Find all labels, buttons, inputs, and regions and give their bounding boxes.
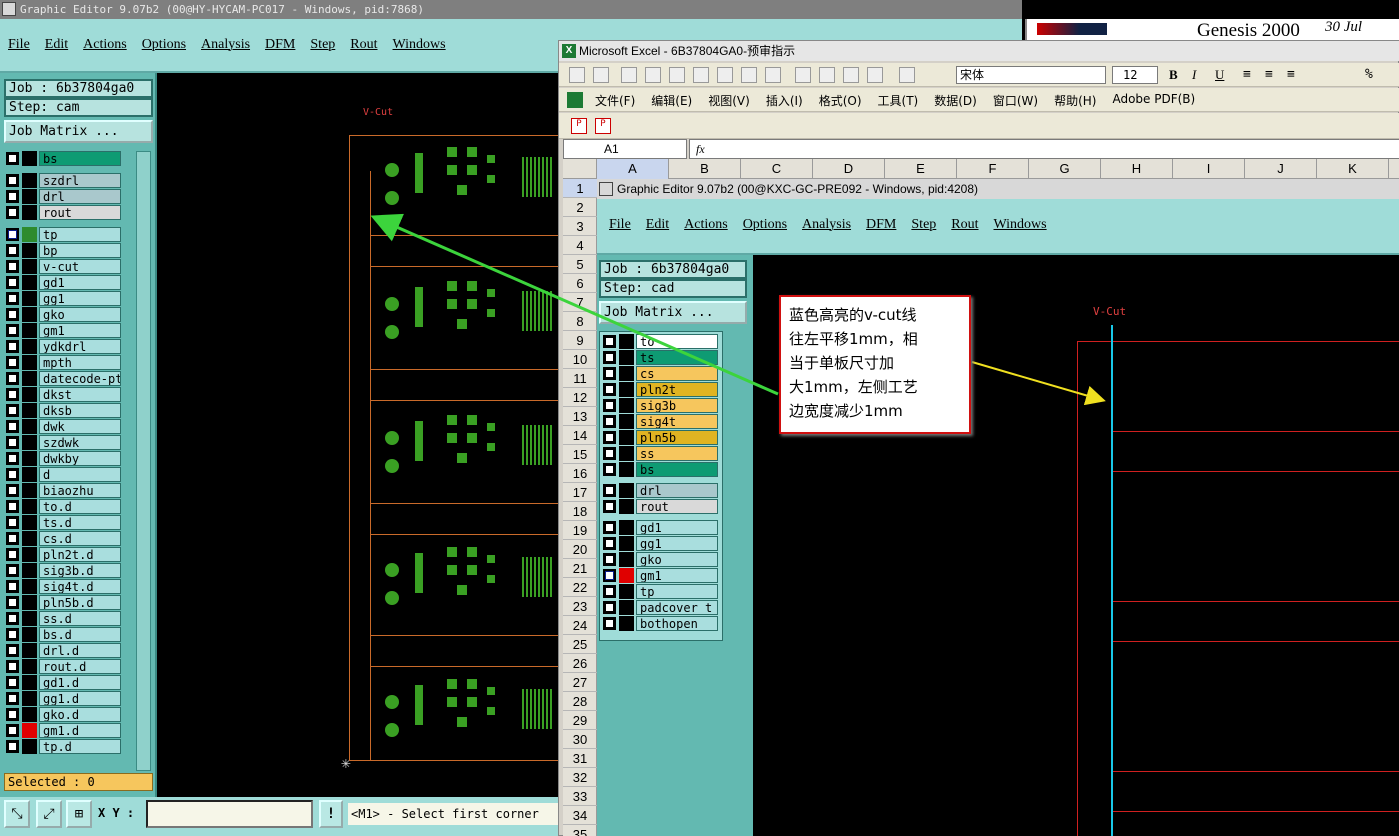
green-arrow	[370, 213, 779, 396]
yellow-arrow	[971, 361, 1106, 406]
callout-note: 蓝色高亮的v-cut线 往左平移1mm，相 当于单板尺寸加 大1mm，左侧工艺 …	[779, 295, 971, 434]
callout-line-1: 蓝色高亮的v-cut线	[789, 306, 917, 324]
callout-line-4: 大1mm，左侧工艺	[789, 378, 918, 396]
callout-line-3: 当于单板尺寸加	[789, 354, 895, 372]
callout-line-2: 往左平移1mm，相	[789, 330, 918, 348]
callout-line-5: 边宽度减少1mm	[789, 402, 903, 420]
annotation-arrows	[370, 213, 1106, 406]
